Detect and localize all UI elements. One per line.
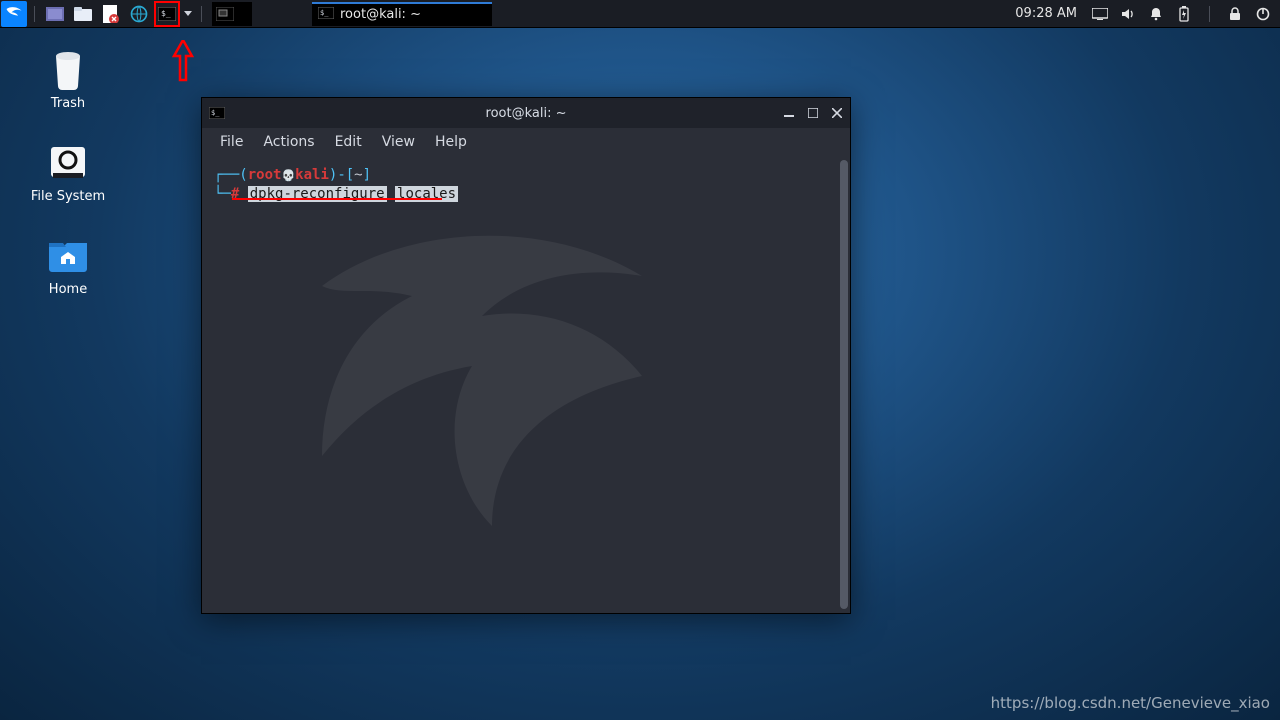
window-controls	[782, 106, 844, 120]
notification-bell-icon[interactable]	[1147, 5, 1165, 23]
workspace-switcher[interactable]	[212, 2, 252, 26]
menu-view[interactable]: View	[374, 132, 423, 152]
kali-menu-button[interactable]	[1, 1, 27, 27]
battery-icon[interactable]	[1175, 5, 1193, 23]
power-icon[interactable]	[1254, 5, 1272, 23]
volume-icon[interactable]	[1119, 5, 1137, 23]
display-icon[interactable]	[1091, 5, 1109, 23]
web-browser-button[interactable]	[126, 1, 152, 27]
desktop-icon-column: Trash File System Home	[18, 48, 118, 297]
maximize-button[interactable]	[806, 106, 820, 120]
terminal-scrollbar[interactable]	[840, 160, 848, 609]
prompt-line-2: └─# dpkg-reconfigure locales	[214, 185, 838, 204]
terminal-launcher-button[interactable]: $_	[154, 1, 180, 27]
annotation-arrow-icon	[172, 40, 194, 84]
text-editor-button[interactable]	[98, 1, 124, 27]
terminal-menubar: File Actions Edit View Help	[202, 128, 850, 156]
prompt-line-1: ┌──(root💀kali)-[~]	[214, 166, 838, 185]
terminal-titlebar[interactable]: $_ root@kali: ~	[202, 98, 850, 128]
terminal-body[interactable]: ┌──(root💀kali)-[~] └─# dpkg-reconfigure …	[202, 156, 850, 613]
desktop-icon-trash[interactable]: Trash	[18, 48, 118, 111]
file-manager-button[interactable]	[70, 1, 96, 27]
panel-right-group: 09:28 AM	[1011, 0, 1280, 27]
image-watermark: https://blog.csdn.net/Genevieve_xiao	[991, 694, 1270, 712]
terminal-icon: $_	[318, 7, 334, 23]
desktop-icon-label: Trash	[51, 96, 85, 111]
trash-icon	[47, 48, 89, 90]
lock-icon[interactable]	[1226, 5, 1244, 23]
show-desktop-button[interactable]	[42, 1, 68, 27]
panel-separator	[201, 6, 202, 22]
menu-help[interactable]: Help	[427, 132, 475, 152]
close-button[interactable]	[830, 106, 844, 120]
taskbar-window-terminal[interactable]: $_ root@kali: ~	[312, 2, 492, 26]
panel-clock[interactable]: 09:28 AM	[1011, 6, 1081, 21]
svg-text:$_: $_	[161, 9, 171, 18]
panel-left-group: $_ $_ root@kali: ~	[0, 0, 492, 27]
panel-separator	[34, 6, 35, 22]
desktop-icon-home[interactable]: Home	[18, 234, 118, 297]
terminal-dropdown-icon[interactable]	[182, 1, 194, 27]
annotation-underline	[232, 198, 442, 200]
taskbar-window-title: root@kali: ~	[340, 7, 421, 22]
terminal-title: root@kali: ~	[202, 106, 850, 121]
top-panel: $_ $_ root@kali: ~ 09:28 AM	[0, 0, 1280, 28]
panel-separator	[1209, 6, 1210, 22]
kali-dragon-watermark-icon	[262, 206, 782, 566]
desktop-icon-label: Home	[49, 282, 87, 297]
desktop-icon-label: File System	[31, 189, 105, 204]
home-folder-icon	[47, 234, 89, 276]
menu-edit[interactable]: Edit	[327, 132, 370, 152]
terminal-window: $_ root@kali: ~ File Actions Edit View H…	[201, 97, 851, 614]
minimize-button[interactable]	[782, 106, 796, 120]
menu-actions[interactable]: Actions	[255, 132, 322, 152]
drive-icon	[47, 141, 89, 183]
desktop-icon-filesystem[interactable]: File System	[18, 141, 118, 204]
svg-text:$_: $_	[211, 109, 220, 117]
menu-file[interactable]: File	[212, 132, 251, 152]
terminal-titlebar-icon: $_	[208, 104, 226, 122]
svg-text:$_: $_	[320, 9, 329, 17]
